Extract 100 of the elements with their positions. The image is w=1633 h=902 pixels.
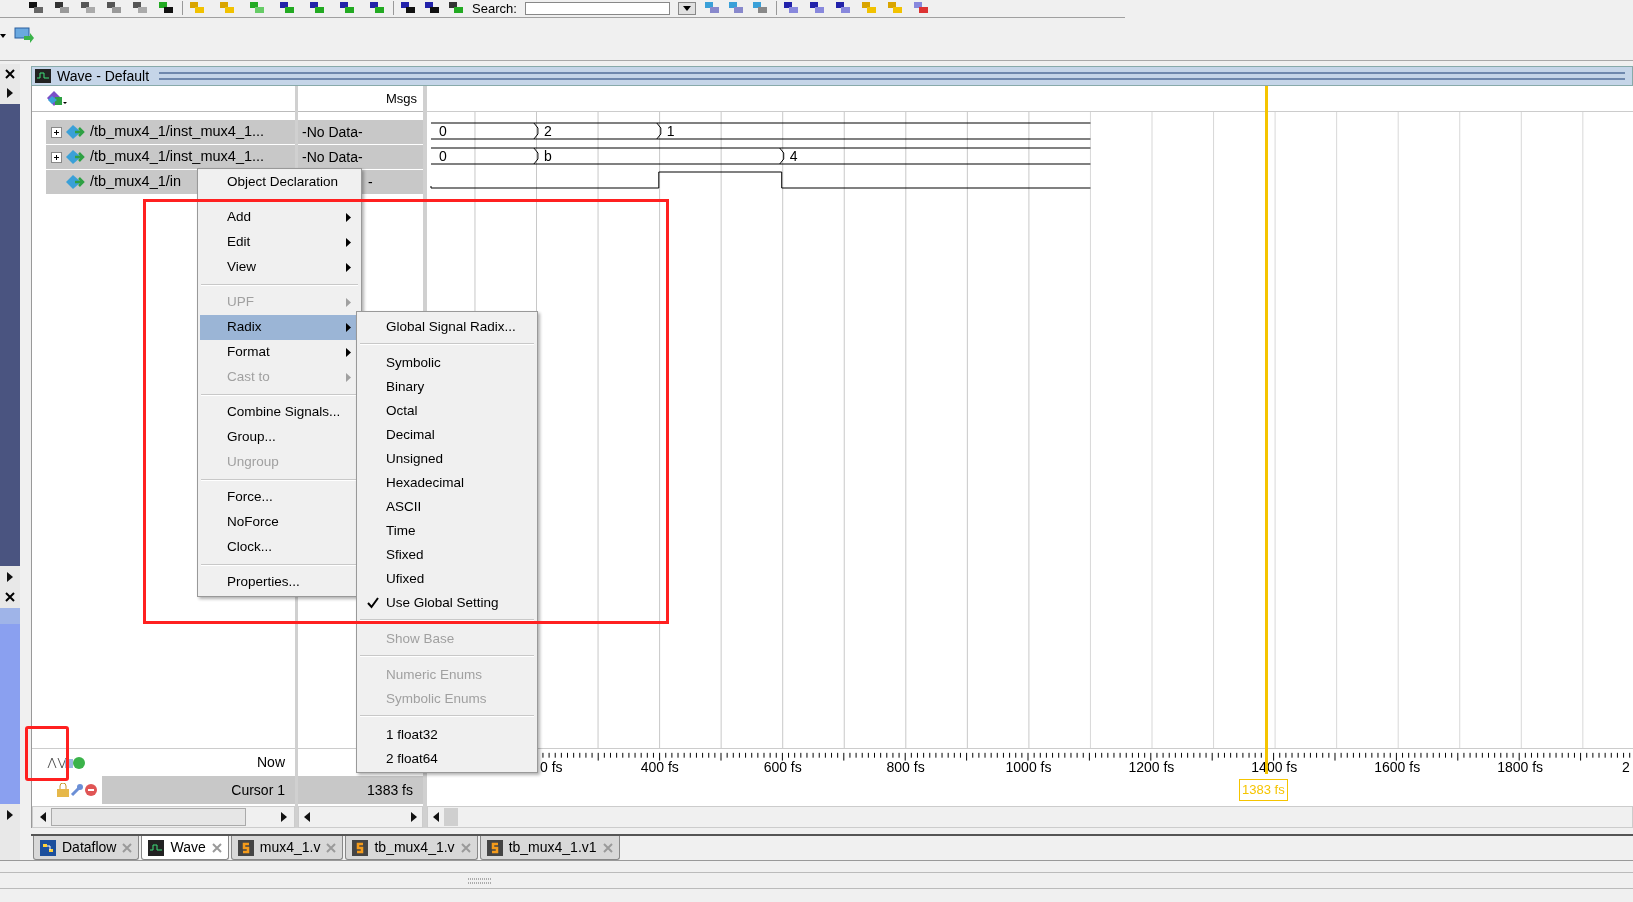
tab[interactable]: tb_mux4_1.v [345, 836, 478, 860]
expand-icon[interactable] [50, 151, 62, 163]
menu-item[interactable]: Add [200, 205, 359, 230]
menu-item[interactable]: View [200, 255, 359, 280]
horizontal-scrollbar[interactable] [298, 806, 423, 828]
menu-item[interactable]: 1 float32 [359, 723, 535, 747]
time-label: 800 fs [886, 759, 925, 775]
source-file-icon [352, 839, 369, 856]
scroll-thumb[interactable] [444, 808, 458, 826]
scroll-left-icon[interactable] [39, 812, 47, 822]
signal-name: /tb_mux4_1/inst_mux4_1... [90, 147, 265, 167]
wrench-icon[interactable] [70, 783, 84, 797]
scroll-left-icon[interactable] [303, 812, 311, 822]
toolbar-icon[interactable] [28, 1, 44, 15]
search-field[interactable] [524, 2, 670, 15]
toolbar-icon[interactable] [782, 1, 799, 15]
menu-item[interactable]: Group... [200, 425, 359, 450]
menu-item[interactable]: ASCII [359, 495, 535, 519]
close-icon[interactable] [5, 592, 15, 602]
close-icon[interactable] [5, 69, 15, 79]
toolbar-icon[interactable] [80, 1, 96, 15]
expand-icon[interactable] [50, 126, 62, 138]
caret-icon[interactable] [0, 34, 6, 38]
toolbar-icon[interactable] [448, 1, 464, 15]
tab[interactable]: Dataflow [33, 836, 140, 860]
toolbar-icon[interactable] [106, 1, 122, 15]
title-grip[interactable] [159, 72, 1625, 80]
toolbar-icon[interactable] [132, 1, 148, 15]
signal-icon [65, 174, 85, 190]
grip-icon[interactable] [468, 876, 492, 885]
menu-item[interactable]: Hexadecimal [359, 471, 535, 495]
menu-item[interactable]: Clock... [200, 535, 359, 560]
menu-item[interactable]: Global Signal Radix... [359, 315, 535, 339]
menu-item[interactable]: Sfixed [359, 543, 535, 567]
signal-name: /tb_mux4_1/in [90, 172, 182, 192]
time-label: 1600 fs [1374, 759, 1421, 775]
toolbar-icon[interactable] [400, 1, 416, 15]
expand-arrow-icon[interactable] [6, 572, 14, 582]
close-tab-icon[interactable] [211, 842, 222, 853]
toolbar-icon[interactable] [339, 1, 355, 15]
menu-item[interactable]: Edit [200, 230, 359, 255]
check-icon [367, 597, 379, 609]
dropdown-button[interactable] [677, 2, 696, 15]
signal-value: 2 [543, 123, 552, 139]
signal-value: 0 [439, 123, 447, 139]
toolbar-icon[interactable] [808, 1, 825, 15]
cursor-tools-icon[interactable] [46, 755, 86, 770]
menu-item[interactable]: Symbolic [359, 351, 535, 375]
menu-item[interactable]: Binary [359, 375, 535, 399]
source-file-icon [237, 839, 254, 856]
toolbar-icon[interactable] [309, 1, 325, 15]
scroll-right-icon[interactable] [410, 812, 418, 822]
horizontal-scrollbar[interactable] [32, 806, 295, 828]
toolbar-icon[interactable] [834, 1, 851, 15]
signal-value-cell: -No Data- [298, 145, 423, 170]
monitor-arrow-icon[interactable] [14, 26, 34, 44]
tab[interactable]: mux4_1.v [230, 836, 344, 860]
tab[interactable]: Wave [141, 836, 229, 860]
menu-item[interactable]: 2 float64 [359, 747, 535, 771]
tab[interactable]: tb_mux4_1.v1 [479, 836, 620, 860]
toolbar-icon[interactable] [54, 1, 70, 15]
highlight-frame [25, 726, 69, 781]
menu-item[interactable]: Decimal [359, 423, 535, 447]
toolbar-icon[interactable] [158, 1, 174, 15]
toolbar-icon[interactable] [279, 1, 295, 15]
scroll-right-icon[interactable] [280, 812, 288, 822]
menu-item[interactable]: Properties... [200, 570, 359, 595]
menu-item[interactable]: Unsigned [359, 447, 535, 471]
menu-item[interactable]: Radix [200, 315, 359, 340]
menu-item[interactable]: Time [359, 519, 535, 543]
time-label: 1800 fs [1497, 759, 1544, 775]
toolbar-icon[interactable] [424, 1, 440, 15]
menu-item[interactable]: Force... [200, 485, 359, 510]
menu-item[interactable]: Use Global Setting [359, 591, 535, 615]
signal-row[interactable]: /tb_mux4_1/inst_mux4_1... [46, 120, 295, 145]
cursor-name-cell[interactable]: Cursor 1 [102, 776, 295, 804]
menu-item[interactable]: Ufixed [359, 567, 535, 591]
signal-icon [65, 149, 85, 165]
expand-arrow-icon[interactable] [6, 810, 14, 820]
expand-arrow-icon[interactable] [6, 88, 14, 98]
remove-icon[interactable] [84, 783, 98, 797]
source-file-icon [486, 839, 503, 856]
scroll-left-icon[interactable] [432, 812, 440, 822]
toolbar-icon[interactable] [369, 1, 385, 15]
horizontal-scrollbar[interactable] [427, 806, 1633, 828]
time-label: 600 fs [763, 759, 802, 775]
menu-item[interactable]: Octal [359, 399, 535, 423]
signal-icon [65, 124, 85, 140]
cube-icon[interactable] [46, 89, 68, 108]
time-label: 1200 fs [1128, 759, 1175, 775]
submenu-arrow-icon [346, 373, 351, 382]
menu-item[interactable]: Format [200, 340, 359, 365]
signal-value: 0 [439, 148, 447, 164]
signal-row[interactable]: /tb_mux4_1/inst_mux4_1... [46, 145, 295, 170]
submenu-arrow-icon [346, 348, 351, 357]
menu-item[interactable]: Combine Signals... [200, 400, 359, 425]
menu-item[interactable]: NoForce [200, 510, 359, 535]
dataflow-icon [40, 839, 56, 856]
submenu-arrow-icon [346, 213, 351, 222]
column-header: Msgs [385, 89, 417, 108]
